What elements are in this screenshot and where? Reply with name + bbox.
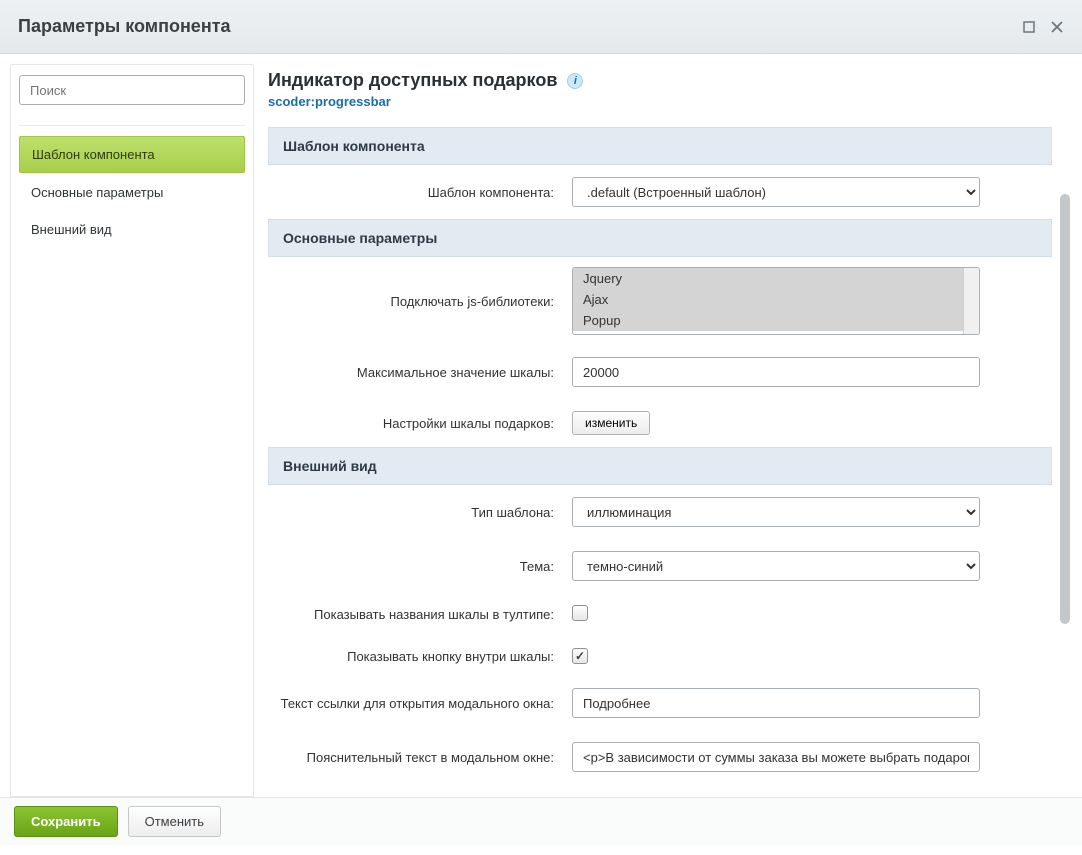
row-component-template: Шаблон компонента: .default (Встроенный … — [268, 165, 1052, 219]
sidebar-nav: Шаблон компонента Основные параметры Вне… — [19, 136, 245, 247]
row-modal-link-text: Текст ссылки для открытия модального окн… — [268, 676, 1052, 730]
cancel-button[interactable]: Отменить — [128, 806, 221, 837]
checkbox-show-tooltip[interactable] — [572, 605, 588, 621]
input-modal-body-text[interactable] — [572, 742, 980, 772]
label-gift-settings: Настройки шкалы подарков: — [268, 416, 572, 431]
save-button[interactable]: Сохранить — [14, 806, 118, 837]
row-max-scale: Максимальное значение шкалы: — [268, 345, 1052, 399]
divider — [19, 125, 245, 126]
scrollbar-vertical[interactable] — [1060, 194, 1070, 787]
sidebar-item-basic[interactable]: Основные параметры — [19, 175, 245, 210]
input-modal-link-text[interactable] — [572, 688, 980, 718]
info-icon[interactable]: i — [567, 73, 583, 89]
label-max-scale: Максимальное значение шкалы: — [268, 365, 572, 380]
window-title: Параметры компонента — [18, 16, 231, 37]
row-theme: Тема: темно-синий — [268, 539, 1052, 593]
search-input[interactable] — [19, 75, 245, 105]
row-js-libs: Подключать js-библиотеки: Jquery Ajax Po… — [268, 257, 1052, 345]
label-show-tooltip: Показывать названия шкалы в тултипе: — [268, 607, 572, 622]
sidebar-item-label: Основные параметры — [31, 185, 163, 200]
content-panel: Индикатор доступных подарков i scoder:pr… — [264, 64, 1072, 797]
checkbox-show-button[interactable] — [572, 648, 588, 664]
label-js-libs: Подключать js-библиотеки: — [268, 294, 572, 309]
sidebar-item-label: Шаблон компонента — [32, 147, 155, 162]
row-show-button: Показывать кнопку внутри шкалы: — [268, 636, 1052, 676]
scrollbar-thumb[interactable] — [1060, 194, 1070, 624]
label-modal-link-text: Текст ссылки для открытия модального окн… — [268, 696, 572, 711]
label-template-type: Тип шаблона: — [268, 505, 572, 520]
row-modal-body-text: Пояснительный текст в модальном окне: — [268, 730, 1052, 784]
footer: Сохранить Отменить — [0, 797, 1082, 845]
titlebar: Параметры компонента — [0, 0, 1082, 54]
list-item[interactable]: Popup — [573, 310, 979, 331]
sidebar: Шаблон компонента Основные параметры Вне… — [10, 64, 254, 797]
label-theme: Тема: — [268, 559, 572, 574]
scrollbar[interactable] — [963, 268, 979, 334]
component-title: Индикатор доступных подарков — [268, 70, 557, 91]
sidebar-item-template[interactable]: Шаблон компонента — [19, 136, 245, 173]
select-template-type[interactable]: иллюминация — [572, 497, 980, 527]
list-item[interactable]: Jquery — [573, 268, 979, 289]
section-appearance-header: Внешний вид — [268, 447, 1052, 485]
label-component-template: Шаблон компонента: — [268, 185, 572, 200]
section-basic-header: Основные параметры — [268, 219, 1052, 257]
sidebar-item-appearance[interactable]: Внешний вид — [19, 212, 245, 247]
row-show-tooltip: Показывать названия шкалы в тултипе: — [268, 593, 1052, 636]
input-max-scale[interactable] — [572, 357, 980, 387]
close-icon[interactable] — [1050, 20, 1064, 34]
select-component-template[interactable]: .default (Встроенный шаблон) — [572, 177, 980, 207]
component-header: Индикатор доступных подарков i scoder:pr… — [268, 70, 1052, 109]
list-item[interactable]: Ajax — [573, 289, 979, 310]
window-controls — [1022, 20, 1064, 34]
label-show-button: Показывать кнопку внутри шкалы: — [268, 649, 572, 664]
maximize-icon[interactable] — [1022, 20, 1036, 34]
label-modal-body-text: Пояснительный текст в модальном окне: — [268, 750, 572, 765]
select-theme[interactable]: темно-синий — [572, 551, 980, 581]
section-template-header: Шаблон компонента — [268, 127, 1052, 165]
multiselect-js-libs[interactable]: Jquery Ajax Popup — [572, 267, 980, 335]
sidebar-item-label: Внешний вид — [31, 222, 112, 237]
row-template-type: Тип шаблона: иллюминация — [268, 485, 1052, 539]
component-code: scoder:progressbar — [268, 94, 1052, 109]
change-button[interactable]: изменить — [572, 411, 650, 435]
row-gift-settings: Настройки шкалы подарков: изменить — [268, 399, 1052, 447]
